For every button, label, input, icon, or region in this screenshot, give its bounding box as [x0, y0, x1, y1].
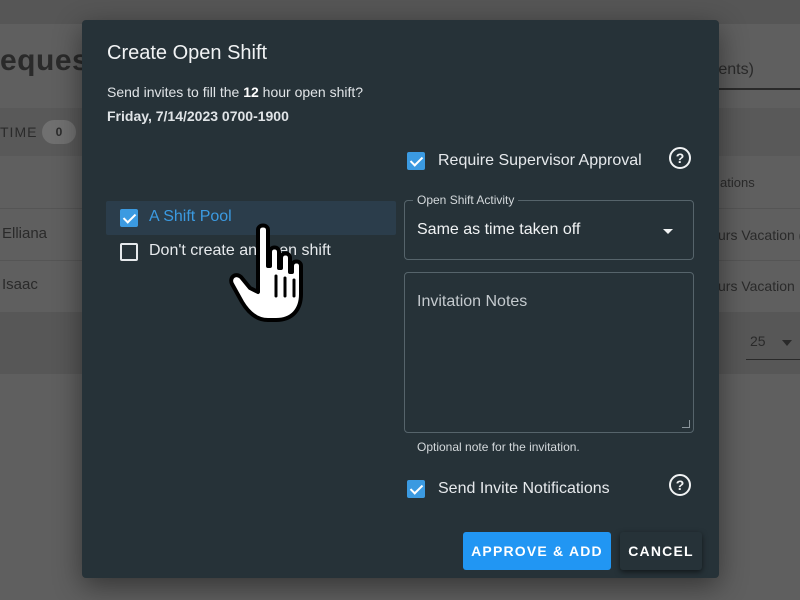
checkbox-empty-icon[interactable] [120, 243, 138, 261]
help-circle-icon[interactable]: ? [669, 474, 691, 496]
option-shift-pool[interactable]: A Shift Pool [106, 201, 396, 235]
dialog-title: Create Open Shift [107, 42, 268, 64]
invitation-notes-input[interactable] [404, 272, 694, 433]
row-type: urs Vacation ( [718, 227, 800, 243]
invitation-notes-hint: Optional note for the invitation. [417, 440, 580, 454]
create-open-shift-dialog: Create Open Shift Send invites to fill t… [82, 20, 719, 578]
row-type: urs Vacation [718, 278, 795, 294]
subtitle-prefix: Send invites to fill the [107, 84, 244, 100]
require-supervisor-label: Require Supervisor Approval [438, 152, 642, 169]
help-circle-icon[interactable]: ? [669, 147, 691, 169]
shift-date-line: Friday, 7/14/2023 0700-1900 [107, 108, 289, 124]
cancel-button[interactable]: CANCEL [620, 532, 702, 570]
resize-grip-icon[interactable] [682, 420, 690, 428]
open-shift-activity-value: Same as time taken off [417, 221, 581, 238]
send-notifications-checkbox[interactable] [407, 480, 425, 498]
row-name: Isaac [2, 276, 38, 293]
row-name: Elliana [2, 225, 48, 242]
open-shift-activity-select[interactable]: Open Shift Activity Same as time taken o… [404, 193, 694, 260]
option-no-open-shift[interactable]: Don't create an open shift [106, 235, 396, 269]
dialog-subtitle: Send invites to fill the 12 hour open sh… [107, 84, 363, 100]
check-icon[interactable] [120, 209, 138, 227]
background-column-header: ations [720, 175, 755, 190]
approve-and-add-button[interactable]: APPROVE & ADD [463, 532, 611, 570]
background-time-count-badge: 0 [42, 120, 76, 144]
send-notifications-label: Send Invite Notifications [438, 480, 610, 497]
caret-down-icon [663, 229, 673, 234]
background-rows-per-page[interactable]: 25 [750, 333, 766, 349]
open-shift-activity-legend: Open Shift Activity [413, 193, 519, 207]
background-pager-underline [746, 359, 800, 360]
background-search-input[interactable]: ments) [705, 50, 800, 90]
subtitle-hours: 12 [243, 84, 259, 100]
chevron-down-icon [782, 340, 792, 346]
option-shift-pool-label: A Shift Pool [149, 208, 232, 225]
subtitle-suffix: hour open shift? [258, 84, 364, 100]
background-page-title: eques [0, 44, 90, 77]
background-time-tab[interactable]: TIME [0, 124, 37, 140]
option-no-open-shift-label: Don't create an open shift [149, 242, 331, 259]
require-supervisor-checkbox[interactable] [407, 152, 425, 170]
